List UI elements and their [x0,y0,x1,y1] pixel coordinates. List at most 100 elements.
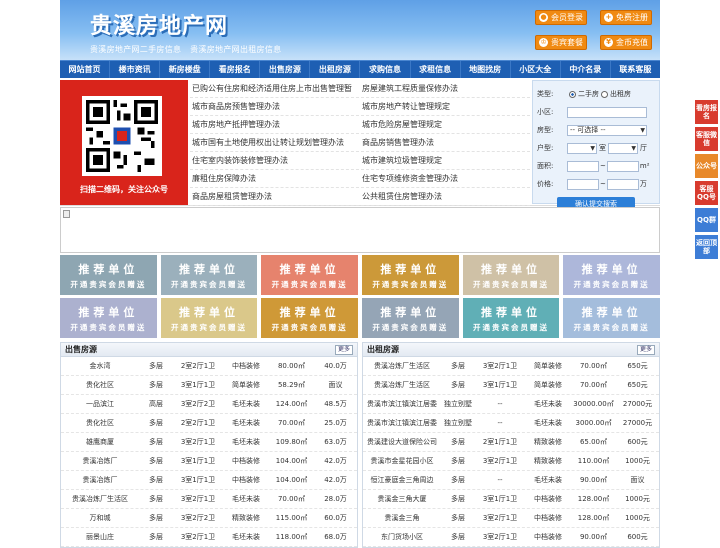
side-button-2[interactable]: 公众号 [695,154,718,178]
rent-cell[interactable]: 贵溪市滨江镇滨江居委 [363,399,441,409]
nav-item-1[interactable]: 楼市资讯 [110,61,161,78]
rent-listing-row[interactable]: 贵溪金三角 多层 3室2厅1卫 中档装修 128.00㎡ 1000元 [363,509,659,528]
side-button-0[interactable]: 看房报名 [695,100,718,124]
sale-listing-row[interactable]: 万和城 多层 3室2厅2卫 精致装修 115.00㎡ 60.0万 [61,509,357,528]
nav-item-3[interactable]: 看房报名 [210,61,261,78]
recommend-unit-slot[interactable]: 推荐单位 开通贵宾会员赠送 [160,298,258,338]
recommend-unit-slot[interactable]: 推荐单位 开通贵宾会员赠送 [361,255,459,295]
rent-cell[interactable]: 贵溪金三角 [363,513,441,523]
sale-listing-row[interactable]: 贵溪冶炼厂 多层 3室1厅1卫 中档装修 104.00㎡ 42.0万 [61,452,357,471]
rent-more-button[interactable]: 更多 [636,345,655,355]
sale-cell[interactable]: 贵化社区 [61,418,139,428]
tagline-rent[interactable]: 贵溪房地产网出租房信息 [190,45,281,54]
rent-listing-row[interactable]: 贵溪冶炼厂生活区 多层 3室2厅1卫 简单装修 70.00㎡ 650元 [363,357,659,376]
sale-listing-row[interactable]: 贵溪冶炼厂生活区 多层 3室2厅1卫 毛坯未装 70.00㎡ 28.0万 [61,490,357,509]
site-logo[interactable]: 贵溪房地产网 [90,8,228,40]
price-min-input[interactable] [567,178,599,190]
sale-more-button[interactable]: 更多 [334,345,353,355]
area-max-input[interactable] [606,160,639,172]
sale-listing-row[interactable]: 雄鹰商厦 多层 3室2厅1卫 毛坯未装 109.80㎡ 63.0万 [61,433,357,452]
rent-cell[interactable]: 贵溪冶炼厂生活区 [363,380,441,390]
policy-link[interactable]: 住宅室内装饰装修管理办法 [190,152,360,169]
policy-link[interactable]: 公共租赁住房管理办法 [360,188,530,205]
recommend-unit-slot[interactable]: 推荐单位 开通贵宾会员赠送 [261,298,358,338]
sale-listing-row[interactable]: 一品滨江 高层 3室2厅2卫 毛坯未装 124.00㎡ 48.5万 [61,395,357,414]
rent-cell[interactable]: 贵溪市滨江镇滨江居委 [363,418,441,428]
recommend-unit-slot[interactable]: 推荐单位 开通贵宾会员赠送 [462,255,560,295]
sale-listing-row[interactable]: 贵溪冶炼厂 多层 3室1厅1卫 中档装修 104.00㎡ 42.0万 [61,471,357,490]
policy-link[interactable]: 城市建筑垃圾管理规定 [360,152,530,169]
sale-cell[interactable]: 金水湾 [61,361,139,371]
room-select[interactable] [567,142,597,154]
sale-cell[interactable]: 一品滨江 [61,399,139,409]
nav-item-0[interactable]: 网站首页 [60,61,111,78]
policy-link[interactable]: 城市危险房屋管理规定 [360,116,530,133]
community-input[interactable] [567,106,647,118]
rent-listing-row[interactable]: 贵溪市金星花园小区 多层 3室2厅1卫 精致装修 110.00㎡ 1000元 [363,452,659,471]
register-button[interactable]: + 免费注册 [600,10,652,25]
policy-link[interactable]: 住宅专项维修资金管理办法 [360,170,530,187]
sale-listing-row[interactable]: 金水湾 多层 2室2厅1卫 中档装修 80.00㎡ 40.0万 [61,357,357,376]
side-button-3[interactable]: 客服QQ号 [695,181,718,205]
side-button-4[interactable]: QQ群 [695,208,718,232]
side-button-5[interactable]: 返回顶部 [695,235,718,259]
sale-cell[interactable]: 雄鹰商厦 [61,437,139,447]
nav-item-11[interactable]: 联系客服 [611,61,660,78]
sale-cell[interactable]: 贵溪冶炼厂生活区 [61,494,139,504]
rent-listing-row[interactable]: 东门货场小区 多层 3室2厅1卫 中档装修 90.00㎡ 600元 [363,528,659,547]
rent-cell[interactable]: 贵溪金三角大厦 [363,494,441,504]
tagline-sale[interactable]: 贵溪房地产网二手房信息 [90,45,181,54]
login-button[interactable]: ● 会员登录 [535,10,587,25]
rent-listing-row[interactable]: 恒江豪庭金三角周边 多层 -- 毛坯未装 90.00㎡ 面议 [363,471,659,490]
recommend-unit-slot[interactable]: 推荐单位 开通贵宾会员赠送 [462,298,560,338]
rent-listing-row[interactable]: 贵溪市滨江镇滨江居委 独立别墅 -- 毛坯未装 30000.00㎡ 27000元 [363,395,659,414]
rent-listing-row[interactable]: 贵溪金三角大厦 多层 3室1厅1卫 中档装修 128.00㎡ 1000元 [363,490,659,509]
policy-link[interactable]: 商品房屋租赁管理办法 [190,188,360,205]
nav-item-5[interactable]: 出租房源 [310,61,361,78]
rent-cell[interactable]: 恒江豪庭金三角周边 [363,475,441,485]
recommend-unit-slot[interactable]: 推荐单位 开通贵宾会员赠送 [563,298,660,338]
area-min-input[interactable] [567,160,599,172]
rent-cell[interactable]: 贵溪冶炼厂生活区 [363,361,441,371]
recommend-unit-slot[interactable]: 推荐单位 开通贵宾会员赠送 [563,255,660,295]
sale-listing-row[interactable]: 贵化社区 多层 3室1厅1卫 简单装修 58.29㎡ 面议 [61,376,357,395]
policy-link[interactable]: 商品房销售管理办法 [360,134,530,151]
recommend-unit-slot[interactable]: 推荐单位 开通贵宾会员赠送 [361,298,459,338]
nav-item-10[interactable]: 中介名录 [561,61,611,78]
nav-item-4[interactable]: 出售房源 [260,61,311,78]
price-max-input[interactable] [606,178,639,190]
sale-cell[interactable]: 贵化社区 [61,380,139,390]
radio-rent[interactable] [601,90,608,98]
sale-listing-row[interactable]: 贵化社区 多层 2室2厅1卫 毛坯未装 70.00㎡ 25.0万 [61,414,357,433]
rent-cell[interactable]: 贵溪市金星花园小区 [363,456,441,466]
sale-cell[interactable]: 丽景山庄 [61,532,139,542]
hall-select[interactable] [608,142,638,154]
sale-cell[interactable]: 万和城 [61,513,139,523]
nav-item-6[interactable]: 求购信息 [360,61,411,78]
recharge-button[interactable]: ¥ 金币充值 [600,35,652,50]
nav-item-7[interactable]: 求租信息 [411,61,461,78]
vip-package-button[interactable]: ♔ 贵宾套餐 [535,35,587,50]
radio-secondhand[interactable] [569,90,576,98]
sale-listing-row[interactable]: 丽景山庄 多层 3室2厅1卫 毛坯未装 118.00㎡ 68.0万 [61,528,357,547]
nav-item-8[interactable]: 地图找房 [461,61,511,78]
nav-item-2[interactable]: 新房楼盘 [160,61,211,78]
policy-link[interactable]: 廉租住房保障办法 [190,170,360,187]
recommend-unit-slot[interactable]: 推荐单位 开通贵宾会员赠送 [60,255,157,295]
policy-link[interactable]: 城市房地产抵押管理办法 [190,116,360,133]
nav-item-9[interactable]: 小区大全 [511,61,561,78]
policy-link[interactable]: 城市商品房预售管理办法 [190,98,360,115]
sale-cell[interactable]: 贵溪冶炼厂 [61,456,139,466]
policy-link[interactable]: 房屋建筑工程质量保修办法 [360,80,530,97]
rent-cell[interactable]: 贵溪建设大道保险公司 [363,437,441,447]
rent-listing-row[interactable]: 贵溪市滨江镇滨江居委 独立别墅 -- 毛坯未装 3000.00㎡ 27000元 [363,414,659,433]
ad-banner[interactable] [60,207,660,253]
side-button-1[interactable]: 客服微信 [695,127,718,151]
rent-listing-row[interactable]: 贵溪建设大道保险公司 多层 2室1厅1卫 精致装修 65.00㎡ 600元 [363,433,659,452]
recommend-unit-slot[interactable]: 推荐单位 开通贵宾会员赠送 [160,255,258,295]
house-type-select[interactable]: -- 可选择 -- [567,124,647,136]
sale-cell[interactable]: 贵溪冶炼厂 [61,475,139,485]
policy-link[interactable]: 城市房地产转让管理规定 [360,98,530,115]
policy-link[interactable]: 已购公有住房和经济适用住房上市出售管理暂 [190,80,360,97]
policy-link[interactable]: 城市国有土地使用权出让转让规划管理办法 [190,134,360,151]
